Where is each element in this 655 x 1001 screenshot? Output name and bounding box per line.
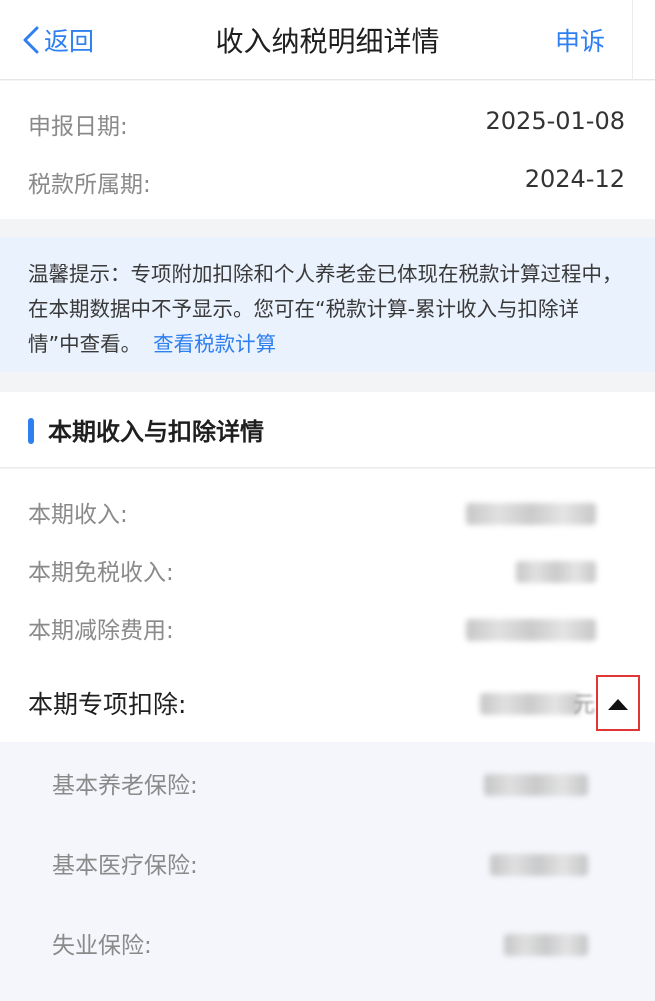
tax-free-income-row: 本期免税收入: xyxy=(0,553,655,593)
redacted-value xyxy=(484,774,588,796)
special-deduction-row[interactable]: 本期专项扣除: 元 xyxy=(0,669,655,739)
medical-row: 基本医疗保险: xyxy=(0,846,655,886)
special-deduction-unit: 元 xyxy=(572,693,595,718)
section-accent-bar xyxy=(28,418,34,444)
declare-date-label: 申报日期: xyxy=(28,114,128,140)
tax-period-value: 2024-12 xyxy=(524,165,625,193)
redacted-value xyxy=(490,854,588,876)
current-income-row: 本期收入: xyxy=(0,495,655,535)
redacted-value xyxy=(504,934,588,956)
tax-period-row: 税款所属期: 2024-12 xyxy=(0,165,655,205)
special-deduction-label: 本期专项扣除: xyxy=(28,690,187,719)
redacted-value xyxy=(480,693,580,715)
current-income-label: 本期收入: xyxy=(28,502,128,528)
view-tax-calculation-link[interactable]: 查看税款计算 xyxy=(153,332,276,356)
section-header: 本期收入与扣除详情 xyxy=(0,392,655,468)
redacted-value xyxy=(466,503,596,525)
special-deduction-breakdown: 基本养老保险: 基本医疗保险: 失业保险: xyxy=(0,742,655,1001)
tip-banner: 温馨提示：专项附加扣除和个人养老金已体现在税款计算过程中，在本期数据中不予显示。… xyxy=(0,237,655,372)
deduction-expense-label: 本期减除费用: xyxy=(28,618,174,644)
declaration-info-card: 申报日期: 2025-01-08 税款所属期: 2024-12 xyxy=(0,81,655,219)
declare-date-value: 2025-01-08 xyxy=(485,107,625,135)
section-title: 本期收入与扣除详情 xyxy=(48,418,264,446)
triangle-up-icon xyxy=(608,699,628,710)
redacted-value xyxy=(516,561,596,583)
nav-bar: 返回 收入纳税明细详情 申诉 xyxy=(0,0,655,80)
pension-label: 基本养老保险: xyxy=(52,773,198,799)
tax-period-label: 税款所属期: xyxy=(28,172,151,198)
medical-label: 基本医疗保险: xyxy=(52,853,198,879)
nav-divider xyxy=(632,0,633,80)
appeal-button[interactable]: 申诉 xyxy=(555,22,605,58)
collapse-toggle-button[interactable] xyxy=(596,675,640,731)
pension-row: 基本养老保险: xyxy=(0,766,655,806)
tip-text: 温馨提示：专项附加扣除和个人养老金已体现在税款计算过程中，在本期数据中不予显示。… xyxy=(28,262,623,356)
tax-free-income-label: 本期免税收入: xyxy=(28,560,174,586)
unemployment-label: 失业保险: xyxy=(52,933,152,959)
income-details: 本期收入: 本期免税收入: 本期减除费用: 本期专项扣除: 元 基本养老保险: … xyxy=(0,469,655,1001)
declare-date-row: 申报日期: 2025-01-08 xyxy=(0,107,655,147)
deduction-expense-row: 本期减除费用: xyxy=(0,611,655,651)
redacted-value xyxy=(466,619,596,641)
unemployment-row: 失业保险: xyxy=(0,926,655,966)
